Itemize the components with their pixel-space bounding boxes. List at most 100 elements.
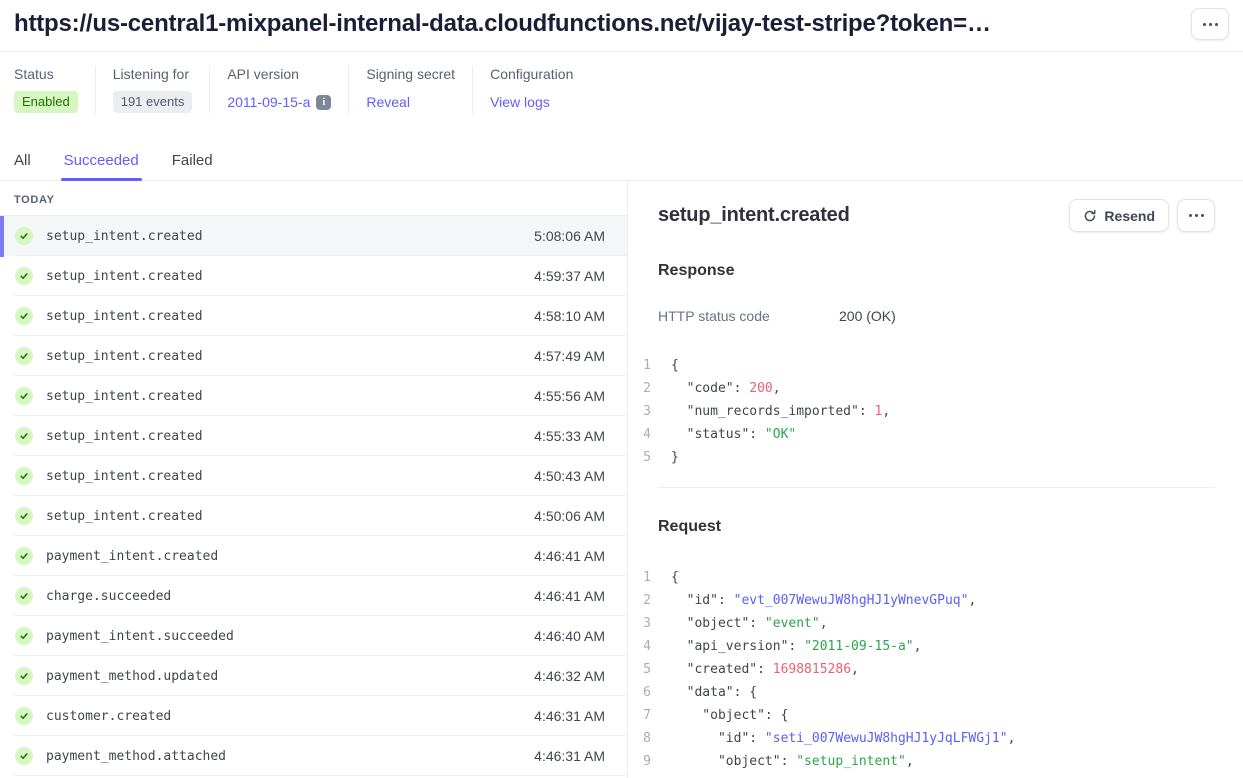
- line-number: 3: [642, 612, 651, 635]
- event-row[interactable]: customer.created4:46:31 AM: [0, 696, 627, 736]
- code-text: "object": {: [671, 704, 788, 727]
- meta-link[interactable]: View logs: [490, 94, 550, 110]
- line-number: 1: [642, 354, 651, 377]
- list-section-label: TODAY: [0, 181, 627, 216]
- code-line: 3 "num_records_imported": 1,: [642, 400, 1215, 423]
- code-text: "data": {: [671, 681, 757, 704]
- event-time: 4:55:56 AM: [534, 388, 605, 404]
- event-name: setup_intent.created: [46, 429, 203, 444]
- event-name: payment_intent.succeeded: [46, 629, 234, 644]
- event-name: setup_intent.created: [46, 469, 203, 484]
- line-number: 6: [642, 681, 651, 704]
- code-line: 9 "object": "setup_intent",: [642, 750, 1215, 773]
- code-text: {: [671, 354, 679, 377]
- event-row[interactable]: setup_intent.created 4:50:43 AM: [0, 456, 627, 496]
- meta-link[interactable]: 2011-09-15-a: [227, 94, 310, 110]
- status-badge: Enabled: [14, 91, 78, 113]
- meta-item-value: 2011-09-15-a i: [227, 91, 331, 113]
- meta-item-label: API version: [227, 66, 331, 82]
- event-row[interactable]: charge.succeeded4:46:41 AM: [0, 576, 627, 616]
- event-time: 4:58:10 AM: [534, 308, 605, 324]
- code-line: 7 "object": {: [642, 704, 1215, 727]
- event-time: 4:50:43 AM: [534, 468, 605, 484]
- event-time: 4:46:31 AM: [534, 708, 605, 724]
- meta-row: Status Enabled Listening for 191 events API …: [0, 52, 1243, 131]
- event-time: 4:55:33 AM: [534, 428, 605, 444]
- event-row[interactable]: setup_intent.created4:58:10 AM: [0, 296, 627, 336]
- event-name: charge.succeeded: [46, 589, 171, 604]
- check-circle-icon: [15, 467, 33, 485]
- code-line: 2 "id": "evt_007WewuJW8hgHJ1yWnevGPuq",: [642, 589, 1215, 612]
- meta-item-label: Listening for: [113, 66, 193, 82]
- line-number: 5: [642, 446, 651, 469]
- line-number: 5: [642, 658, 651, 681]
- meta-item: API version 2011-09-15-a i: [210, 66, 349, 113]
- event-time: 4:46:41 AM: [534, 548, 605, 564]
- event-time: 4:59:37 AM: [534, 268, 605, 284]
- code-line: 3 "object": "event",: [642, 612, 1215, 635]
- code-line: 4 "status": "OK": [642, 423, 1215, 446]
- code-text: "api_version": "2011-09-15-a",: [671, 635, 921, 658]
- check-circle-icon: [15, 747, 33, 765]
- http-status-value: 200 (OK): [839, 308, 896, 324]
- code-text: "object": "event",: [671, 612, 828, 635]
- line-number: 9: [642, 750, 651, 773]
- event-name: payment_intent.created: [46, 549, 218, 564]
- page-title: https://us-central1-mixpanel-internal-da…: [14, 10, 1183, 38]
- event-row[interactable]: payment_method.attached4:46:31 AM: [0, 736, 627, 776]
- meta-item-value: View logs: [490, 91, 573, 113]
- event-row[interactable]: setup_intent.created5:08:06 AM: [0, 216, 627, 256]
- code-text: "created": 1698815286,: [671, 658, 859, 681]
- meta-item-label: Status: [14, 66, 78, 82]
- event-row[interactable]: setup_intent.created4:50:06 AM: [0, 496, 627, 536]
- line-number: 1: [642, 566, 651, 589]
- event-detail-title: setup_intent.created: [658, 199, 850, 232]
- tab-succeeded[interactable]: Succeeded: [64, 152, 139, 180]
- event-row[interactable]: setup_intent.created4:55:56 AM: [0, 376, 627, 416]
- code-text: "num_records_imported": 1,: [671, 400, 890, 423]
- event-row[interactable]: setup_intent.created 4:59:37 AM: [0, 256, 627, 296]
- meta-item-value: Reveal: [366, 91, 455, 113]
- check-circle-icon: [15, 507, 33, 525]
- code-text: "code": 200,: [671, 377, 781, 400]
- line-number: 4: [642, 635, 651, 658]
- request-code-block: 1{2 "id": "evt_007WewuJW8hgHJ1yWnevGPuq"…: [642, 566, 1215, 773]
- meta-item: Listening for 191 events: [96, 66, 211, 113]
- code-line: 4 "api_version": "2011-09-15-a",: [642, 635, 1215, 658]
- check-circle-icon: [15, 347, 33, 365]
- detail-more-button[interactable]: [1177, 199, 1215, 232]
- check-circle-icon: [15, 587, 33, 605]
- event-rows: setup_intent.created5:08:06 AMsetup_inte…: [0, 216, 627, 776]
- ellipsis-icon: [1189, 214, 1204, 217]
- code-line: 1{: [642, 566, 1215, 589]
- code-text: "status": "OK": [671, 423, 796, 446]
- tab-all[interactable]: All: [14, 152, 31, 180]
- code-line: 8 "id": "seti_007WewuJW8hgHJ1yJqLFWGj1",: [642, 727, 1215, 750]
- tab-failed[interactable]: Failed: [172, 152, 213, 180]
- detail-header: setup_intent.created Resend: [658, 199, 1215, 232]
- meta-item: Signing secretReveal: [349, 66, 473, 113]
- event-row[interactable]: payment_intent.succeeded 4:46:40 AM: [0, 616, 627, 656]
- resend-button[interactable]: Resend: [1069, 199, 1169, 232]
- event-row[interactable]: setup_intent.created 4:55:33 AM: [0, 416, 627, 456]
- meta-item-value: 191 events: [113, 91, 193, 113]
- http-status-row: HTTP status code 200 (OK): [658, 308, 1215, 324]
- info-icon[interactable]: i: [316, 95, 331, 110]
- event-time: 4:46:40 AM: [534, 628, 605, 644]
- meta-item: Status Enabled: [14, 66, 96, 113]
- event-row[interactable]: payment_intent.created 4:46:41 AM: [0, 536, 627, 576]
- check-circle-icon: [15, 547, 33, 565]
- code-line: 6 "data": {: [642, 681, 1215, 704]
- line-number: 2: [642, 589, 651, 612]
- code-text: "id": "evt_007WewuJW8hgHJ1yWnevGPuq",: [671, 589, 976, 612]
- event-row[interactable]: setup_intent.created4:57:49 AM: [0, 336, 627, 376]
- event-row[interactable]: payment_method.updated4:46:32 AM: [0, 656, 627, 696]
- header-more-button[interactable]: [1191, 8, 1229, 40]
- meta-link[interactable]: Reveal: [366, 94, 410, 110]
- section-divider: [658, 487, 1215, 488]
- code-line: 1{: [642, 354, 1215, 377]
- event-name: setup_intent.created: [46, 269, 203, 284]
- check-circle-icon: [15, 307, 33, 325]
- code-line: 5}: [642, 446, 1215, 469]
- check-circle-icon: [15, 707, 33, 725]
